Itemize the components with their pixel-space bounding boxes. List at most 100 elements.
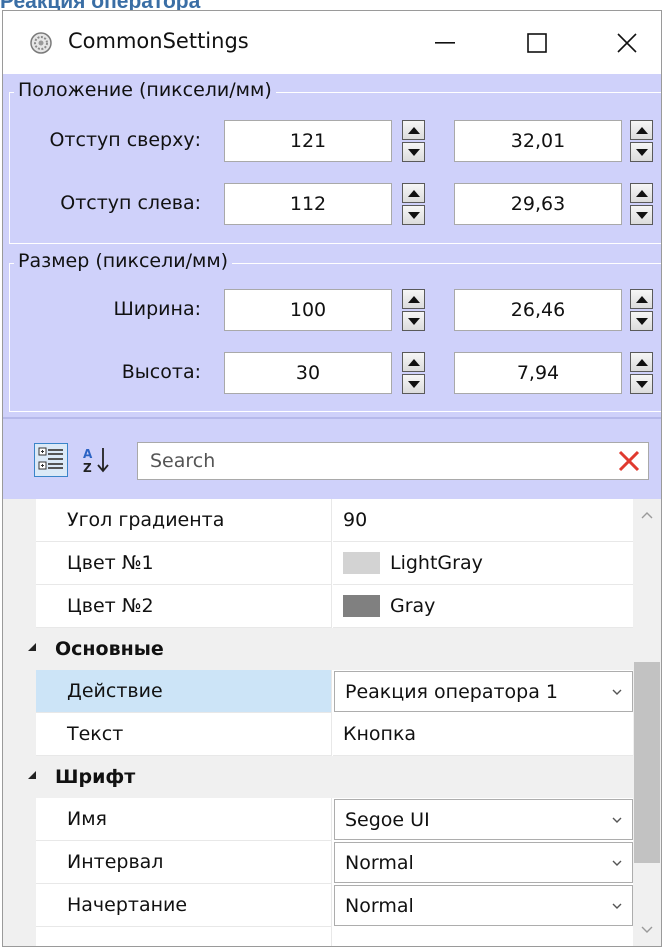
color-swatch xyxy=(343,552,380,574)
property-row[interactable]: Цвет №1 LightGray xyxy=(3,542,633,585)
property-row[interactable]: Цвет №2 Gray xyxy=(3,585,633,628)
color-swatch xyxy=(343,595,380,617)
property-value[interactable]: LightGray xyxy=(333,542,633,585)
arrow-up-icon xyxy=(635,126,648,134)
sort-az-icon: A Z xyxy=(83,447,109,475)
height-pixels-spinner xyxy=(402,352,425,394)
property-value[interactable] xyxy=(333,927,633,946)
property-name: Начертание xyxy=(36,884,332,927)
spin-up-button[interactable] xyxy=(630,289,653,309)
property-row[interactable]: Имя Segoe UI xyxy=(3,798,633,841)
spin-up-button[interactable] xyxy=(630,120,653,140)
property-value[interactable]: Кнопка xyxy=(333,713,633,756)
scroll-down-icon[interactable] xyxy=(639,924,655,936)
title-bar[interactable]: CommonSettings xyxy=(3,11,661,74)
chevron-down-icon xyxy=(612,903,622,909)
spin-down-button[interactable] xyxy=(630,142,653,162)
property-row[interactable]: Интервал Normal xyxy=(3,841,633,884)
property-value[interactable]: 90 xyxy=(333,499,633,542)
spin-down-button[interactable] xyxy=(402,374,425,394)
arrow-up-icon xyxy=(635,189,648,197)
property-name: Действие xyxy=(36,670,332,713)
left-offset-label: Отступ слева: xyxy=(60,192,201,214)
spin-down-button[interactable] xyxy=(630,311,653,331)
arrow-down-icon xyxy=(635,211,648,219)
window-title: CommonSettings xyxy=(68,29,249,53)
size-group: Размер (пиксели/мм) Ширина: 100 26,46 Вы… xyxy=(9,250,661,412)
spin-up-button[interactable] xyxy=(402,289,425,309)
common-settings-window: CommonSettings Положение (пиксели/мм) От… xyxy=(2,10,662,947)
expand-triangle-icon[interactable] xyxy=(28,643,36,651)
row-gutter xyxy=(3,713,36,756)
font-name-dropdown[interactable]: Segoe UI xyxy=(334,799,633,840)
height-pixels-field[interactable]: 30 xyxy=(224,352,392,394)
minimize-button[interactable] xyxy=(415,21,475,65)
settings-panel: Положение (пиксели/мм) Отступ сверху: 12… xyxy=(3,74,661,417)
property-name xyxy=(36,927,332,946)
row-gutter xyxy=(3,542,36,585)
property-row[interactable]: Действие Реакция оператора 1 xyxy=(3,670,633,713)
property-value[interactable]: Gray xyxy=(333,585,633,628)
categorized-view-button[interactable] xyxy=(34,443,68,477)
width-mm-spinner xyxy=(630,289,653,331)
spin-up-button[interactable] xyxy=(402,183,425,203)
chevron-down-icon xyxy=(612,817,622,823)
maximize-icon xyxy=(527,33,547,53)
scrollbar-thumb[interactable] xyxy=(634,662,660,863)
height-label: Высота: xyxy=(121,361,201,383)
property-search-box xyxy=(137,442,649,480)
property-name: Цвет №1 xyxy=(36,542,332,585)
dropdown-value: Normal xyxy=(345,894,414,917)
action-dropdown[interactable]: Реакция оператора 1 xyxy=(334,671,633,712)
arrow-down-icon xyxy=(407,211,420,219)
arrow-down-icon xyxy=(635,148,648,156)
property-row[interactable]: Угол градиента 90 xyxy=(3,499,633,542)
spin-up-button[interactable] xyxy=(630,352,653,372)
clear-search-icon[interactable] xyxy=(616,448,642,474)
left-offset-pixels-field[interactable]: 112 xyxy=(224,183,392,225)
left-offset-pixels-spinner xyxy=(402,183,425,225)
spin-down-button[interactable] xyxy=(402,205,425,225)
spin-up-button[interactable] xyxy=(402,352,425,372)
maximize-button[interactable] xyxy=(507,21,567,65)
alphabetical-sort-button[interactable]: A Z xyxy=(79,443,113,477)
top-offset-label: Отступ сверху: xyxy=(49,129,201,151)
category-main[interactable]: Основные xyxy=(3,628,633,670)
category-font[interactable]: Шрифт xyxy=(3,756,633,798)
property-row[interactable]: Текст Кнопка xyxy=(3,713,633,756)
minimize-icon xyxy=(435,42,455,44)
width-mm-field[interactable]: 26,46 xyxy=(454,289,622,331)
width-pixels-field[interactable]: 100 xyxy=(224,289,392,331)
size-group-legend: Размер (пиксели/мм) xyxy=(14,250,233,272)
height-mm-field[interactable]: 7,94 xyxy=(454,352,622,394)
property-row-partial[interactable] xyxy=(3,927,633,946)
top-offset-pixels-spinner xyxy=(402,120,425,162)
left-offset-mm-field[interactable]: 29,63 xyxy=(454,183,622,225)
property-name: Интервал xyxy=(36,841,332,884)
scroll-up-icon[interactable] xyxy=(639,509,655,521)
row-gutter xyxy=(3,884,36,927)
top-offset-mm-field[interactable]: 32,01 xyxy=(454,120,622,162)
property-row[interactable]: Начертание Normal xyxy=(3,884,633,927)
spin-down-button[interactable] xyxy=(630,374,653,394)
row-gutter xyxy=(3,841,36,884)
arrow-down-icon xyxy=(407,380,420,388)
font-style-dropdown[interactable]: Normal xyxy=(334,885,633,926)
spin-up-button[interactable] xyxy=(630,183,653,203)
chevron-down-icon xyxy=(612,689,622,695)
property-grid-toolbar: A Z xyxy=(3,417,661,499)
expand-triangle-icon[interactable] xyxy=(28,771,36,779)
spin-up-button[interactable] xyxy=(402,120,425,140)
search-input[interactable] xyxy=(138,443,608,479)
close-button[interactable] xyxy=(597,21,657,65)
font-spacing-dropdown[interactable]: Normal xyxy=(334,842,633,883)
vertical-scrollbar[interactable] xyxy=(633,499,661,946)
arrow-down-icon xyxy=(635,380,648,388)
spin-down-button[interactable] xyxy=(402,311,425,331)
arrow-up-icon xyxy=(635,358,648,366)
top-offset-pixels-field[interactable]: 121 xyxy=(224,120,392,162)
row-gutter xyxy=(3,670,36,713)
arrow-up-icon xyxy=(407,126,420,134)
spin-down-button[interactable] xyxy=(630,205,653,225)
spin-down-button[interactable] xyxy=(402,142,425,162)
